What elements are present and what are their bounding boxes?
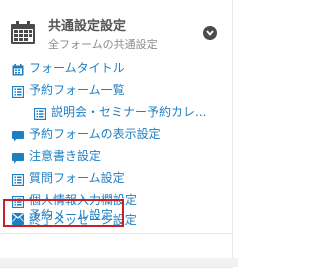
envelope-icon bbox=[12, 208, 24, 222]
menu-item-label: 予約フォームの表示設定 bbox=[29, 127, 161, 141]
list-icon bbox=[11, 171, 25, 187]
menu-item-label: 説明会・セミナー予約カレ... bbox=[51, 105, 207, 119]
menu-item-notes-settings[interactable]: 注意書き設定 bbox=[0, 144, 232, 166]
menu-item-seminar-calendar[interactable]: 説明会・セミナー予約カレ... bbox=[0, 100, 232, 122]
settings-panel: 共通設定設定 全フォームの共通設定 フォームタイトル 予約フォーム一覧 説明会・… bbox=[0, 0, 233, 268]
menu-item-display-settings[interactable]: 予約フォームの表示設定 bbox=[0, 122, 232, 144]
menu-item-label: 予約フォーム一覧 bbox=[29, 83, 125, 97]
calendar-icon bbox=[12, 61, 24, 76]
list-icon bbox=[11, 83, 25, 99]
menu-item-label: フォームタイトル bbox=[29, 61, 125, 75]
menu-item-label: 質問フォーム設定 bbox=[29, 171, 125, 185]
menu-item-label: 予約メール設定 bbox=[29, 208, 114, 222]
menu-item-form-title[interactable]: フォームタイトル bbox=[0, 56, 232, 78]
list-icon bbox=[33, 105, 47, 121]
divider bbox=[0, 233, 232, 234]
menu-item-question-form[interactable]: 質問フォーム設定 bbox=[0, 166, 232, 188]
menu-item-label: 注意書き設定 bbox=[29, 149, 102, 163]
header-subtitle: 全フォームの共通設定 bbox=[48, 38, 158, 51]
header-title: 共通設定設定 bbox=[48, 19, 127, 34]
collapse-toggle[interactable] bbox=[203, 26, 217, 40]
menu-item-form-list[interactable]: 予約フォーム一覧 bbox=[0, 78, 232, 100]
panel-header[interactable]: 共通設定設定 全フォームの共通設定 bbox=[0, 0, 232, 58]
comment-icon bbox=[12, 127, 24, 142]
footer-strip bbox=[0, 258, 238, 267]
chevron-down-icon bbox=[206, 30, 214, 36]
comment-icon bbox=[12, 149, 24, 164]
menu-item-reservation-mail[interactable]: 予約メール設定 bbox=[5, 202, 123, 224]
calendar-icon bbox=[10, 21, 36, 45]
